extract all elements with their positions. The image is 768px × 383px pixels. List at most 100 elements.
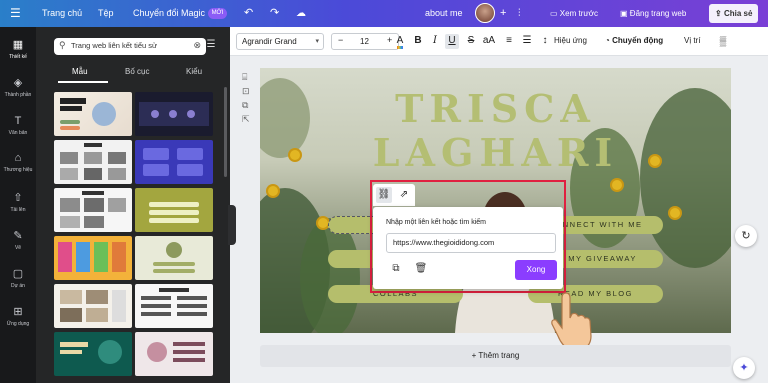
nav-uploads[interactable]: ⇧ Tải lên (0, 192, 36, 213)
home-link[interactable]: Trang chủ (42, 0, 82, 27)
brand-icon: ⌂ (14, 152, 22, 164)
italic-icon[interactable]: I (428, 34, 442, 49)
increase-size-button[interactable]: + (387, 35, 392, 45)
template-thumbnail[interactable] (135, 140, 213, 184)
font-family-value: Agrandir Grand (242, 37, 297, 46)
nav-brand[interactable]: ⌂ Thương hiệu (0, 152, 36, 173)
bold-icon[interactable]: B (411, 34, 425, 49)
file-menu[interactable]: Tệp (98, 0, 114, 27)
font-size-value[interactable]: 12 (360, 37, 369, 46)
sunflower (268, 186, 278, 196)
align-center-icon[interactable]: ≡ (502, 34, 516, 49)
uppercase-icon[interactable]: aA (482, 34, 496, 49)
search-value: Trang web liên kết tiểu sử (71, 41, 158, 50)
font-size-stepper[interactable]: − 12 + (331, 33, 399, 50)
left-nav: ▦ Thiết kế ◈ Thành phần T Văn bản ⌂ Thương h… (0, 27, 36, 383)
upload-icon: ⇧ (13, 192, 23, 204)
text-color-icon[interactable]: A (393, 34, 407, 49)
nav-label: Thương hiệu (3, 167, 33, 173)
hero-title-last[interactable]: LAGHARI (260, 130, 731, 175)
effects-button[interactable]: Hiệu ứng (554, 36, 587, 45)
share-label: Chia sẻ (723, 9, 753, 18)
tab-styles[interactable]: Kiểu (186, 67, 202, 76)
template-thumbnail[interactable] (135, 188, 213, 232)
nav-label: Thành phần (4, 92, 32, 98)
link-popup: Nhập một liên kết hoặc tìm kiếm https://… (373, 207, 563, 289)
cloud-saved-icon[interactable]: ☁ (296, 0, 306, 27)
underline-icon[interactable]: U (445, 34, 459, 49)
open-link-icon[interactable]: ⇗ (396, 187, 412, 203)
nav-design[interactable]: ▦ Thiết kế (0, 39, 36, 60)
preview-icon: ▭ (550, 9, 558, 18)
link-url-input[interactable]: https://www.thegioididong.com (386, 233, 556, 253)
nav-label: Văn bản (8, 130, 28, 136)
search-input[interactable]: ⚲ Trang web liên kết tiểu sử ⊗ (54, 38, 206, 55)
collapse-panel-handle[interactable] (228, 205, 236, 245)
transparency-icon[interactable]: ▒ (716, 34, 730, 49)
tab-templates[interactable]: Mẫu (72, 67, 88, 76)
sunflower (670, 208, 680, 218)
done-button[interactable]: Xong (515, 260, 557, 280)
chevron-down-icon: ▾ (315, 38, 319, 45)
template-thumbnail[interactable] (54, 188, 132, 232)
active-tab-indicator (58, 81, 108, 83)
nav-projects[interactable]: ▢ Dự án (0, 268, 36, 289)
position-button[interactable]: Vị trí (684, 36, 700, 45)
nav-elements[interactable]: ◈ Thành phần (0, 77, 36, 98)
template-thumbnail[interactable] (135, 332, 213, 376)
template-thumbnail[interactable] (135, 92, 213, 136)
export-icon[interactable]: ⇱ (242, 114, 250, 125)
analytics-icon[interactable]: ⫶ (518, 0, 521, 27)
trash-icon[interactable]: 🗑 (414, 262, 428, 276)
tab-layouts[interactable]: Bố cục (125, 67, 149, 76)
foliage (300, 218, 360, 333)
animate-button[interactable]: ◔ Chuyển động (605, 36, 663, 45)
nav-apps[interactable]: ⊞ Ứng dụng (0, 306, 36, 327)
nav-label: Vẽ (14, 245, 22, 251)
redo-icon[interactable]: ↷ (270, 0, 279, 27)
link-icon[interactable]: ⛓ (376, 187, 392, 203)
nav-label: Thiết kế (9, 54, 27, 60)
template-thumbnail[interactable] (54, 92, 132, 136)
magic-assistant-icon[interactable]: ✦ (733, 357, 755, 379)
folder-icon: ▢ (12, 268, 24, 280)
undo-icon[interactable]: ↶ (244, 0, 253, 27)
font-family-select[interactable]: Agrandir Grand ▾ (236, 33, 324, 50)
add-page-button[interactable]: + Thêm trang (260, 345, 731, 367)
share-button[interactable]: ⇪ Chia sẻ (709, 4, 759, 23)
template-thumbnail[interactable] (54, 140, 132, 184)
spacing-icon[interactable]: ↕ (538, 34, 552, 49)
animate-icon: ◔ (605, 36, 610, 45)
template-thumbnail[interactable] (54, 284, 132, 328)
filter-icon[interactable]: ☰ (204, 39, 218, 53)
lock-icon[interactable]: ⌸ (242, 72, 247, 83)
comment-icon[interactable]: ↻ (735, 225, 757, 247)
decrease-size-button[interactable]: − (338, 35, 343, 45)
avatar[interactable] (475, 3, 495, 23)
publish-button[interactable]: ▣ Đăng trang web (614, 4, 692, 23)
hero-title-first[interactable]: TRISCA (260, 86, 731, 131)
menu-icon[interactable]: ☰ (10, 0, 21, 27)
document-title[interactable]: about me (425, 0, 463, 27)
panel-scrollbar[interactable] (224, 87, 227, 177)
new-badge: MỚI (207, 8, 228, 20)
template-panel: ⚲ Trang web liên kết tiểu sử ⊗ ☰ Mẫu Bố … (36, 27, 230, 383)
clear-search-icon[interactable]: ⊗ (193, 40, 201, 51)
layout-icon: ▦ (12, 39, 24, 51)
template-thumbnail[interactable] (135, 236, 213, 280)
website-icon: ▣ (620, 9, 628, 18)
copy-icon[interactable]: ⧉ (389, 262, 403, 276)
preview-button[interactable]: ▭ Xem trước (544, 4, 604, 23)
template-thumbnail[interactable] (54, 332, 132, 376)
duplicate-icon[interactable]: ⧉ (242, 100, 248, 111)
template-thumbnail[interactable] (54, 236, 132, 280)
strikethrough-icon[interactable]: S (464, 34, 478, 49)
template-thumbnail[interactable] (135, 284, 213, 328)
add-collaborator-icon[interactable]: + (500, 0, 506, 27)
nav-draw[interactable]: ✎ Vẽ (0, 230, 36, 251)
list-icon[interactable]: ☰ (520, 34, 534, 49)
copy-style-icon[interactable]: ⊡ (242, 86, 250, 97)
nav-text[interactable]: T Văn bản (0, 115, 36, 136)
magic-switch-menu[interactable]: Chuyển đổi Magic MỚI (133, 0, 228, 27)
sunflower (612, 180, 622, 190)
